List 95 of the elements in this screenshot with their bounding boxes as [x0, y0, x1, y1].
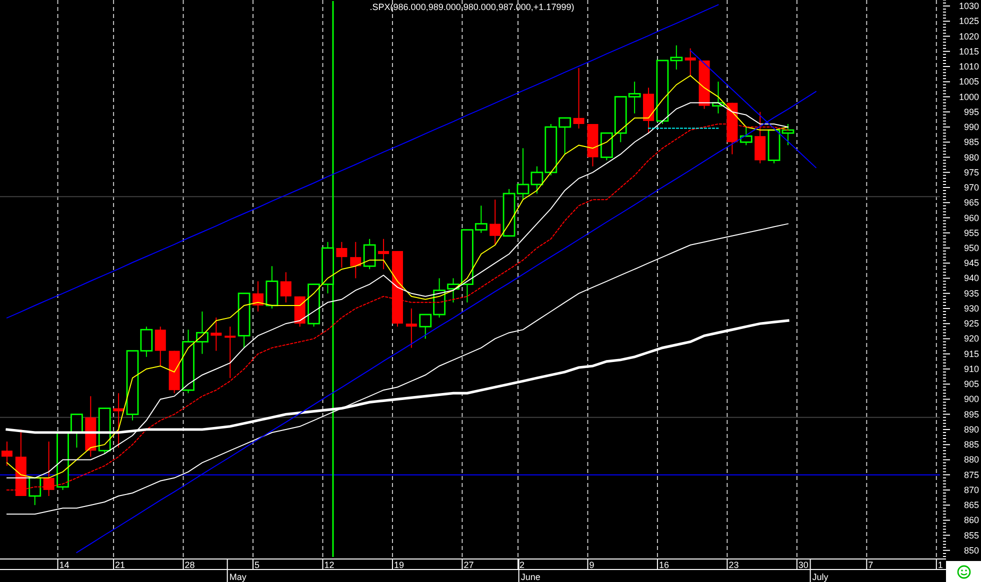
candlestick	[558, 117, 572, 155]
candlestick	[378, 238, 390, 270]
axis-tick-label: 1025	[958, 16, 979, 26]
axis-tick-label: 930	[964, 304, 979, 314]
candlestick	[113, 392, 124, 448]
axis-tick-label: 16	[658, 560, 669, 570]
candlestick	[712, 81, 724, 114]
candlestick	[294, 296, 306, 328]
axis-tick-label: 980	[964, 152, 979, 162]
axis-tick-label: 1005	[958, 76, 979, 87]
candlestick	[1, 441, 12, 466]
candlestick	[43, 441, 54, 496]
axis-tick-label: 875	[964, 470, 979, 480]
axis-tick-label: 1010	[958, 62, 979, 72]
month-label: May	[229, 572, 246, 582]
axis-tick-label: 905	[964, 379, 979, 390]
axis-tick-label: 2	[520, 560, 525, 570]
candlestick	[643, 87, 654, 134]
axis-tick-label: 23	[728, 560, 739, 570]
candlestick	[70, 414, 83, 448]
axis-tick-label: 940	[964, 273, 979, 284]
axis-tick-label: 945	[964, 258, 979, 268]
axis-tick-label: 9	[589, 560, 594, 570]
axis-tick-label: 990	[964, 122, 979, 132]
axis-tick-label: 14	[59, 560, 70, 570]
axis-tick-label: 28	[184, 560, 195, 570]
candlestick	[224, 326, 236, 379]
candlestick	[210, 317, 222, 352]
candlestick	[252, 280, 264, 312]
candlestick	[740, 126, 752, 146]
axis-tick-label: 1030	[958, 1, 979, 12]
axis-tick-label: 30	[798, 560, 808, 570]
candlestick	[587, 124, 598, 167]
candlestick	[168, 350, 180, 394]
chart-title: .SPX(986.000,989.000,980.000,987.000,+1.17999)	[370, 2, 574, 12]
axis-tick-label: 1020	[958, 31, 979, 42]
axis-tick-label: 21	[115, 560, 126, 570]
candlestick	[280, 272, 292, 303]
month-label: July	[812, 572, 828, 582]
axis-tick-label: 975	[964, 167, 979, 178]
axis-tick-label: 960	[964, 212, 979, 223]
axis-tick-label: 915	[964, 348, 979, 359]
axis-tick-label: 12	[324, 560, 334, 570]
axis-tick-label: 27	[464, 560, 474, 570]
axis-tick-label: 900	[964, 394, 979, 404]
axis-tick-label: 985	[964, 137, 979, 148]
candlestick	[98, 408, 111, 454]
axis-tick-label: 970	[964, 182, 979, 192]
candlestick	[308, 284, 320, 328]
axis-tick-label: 950	[964, 243, 979, 253]
axis-tick-label: 7	[868, 560, 874, 570]
candlestick	[628, 81, 641, 114]
candlestick	[754, 111, 766, 164]
axis-tick-label: 965	[964, 198, 979, 208]
axis-tick-label: 885	[964, 440, 979, 450]
axis-tick-label: 865	[964, 500, 979, 510]
axis-tick-label: 995	[964, 106, 979, 117]
axis-tick-label: 880	[964, 454, 979, 465]
candlestick	[726, 102, 738, 155]
axis-tick-label: 935	[964, 288, 979, 298]
candlestick	[502, 188, 516, 237]
candlestick	[238, 292, 250, 348]
axis-tick-label: 1015	[958, 46, 979, 56]
candlestick	[490, 199, 501, 246]
axis-tick-label: 5	[254, 560, 260, 570]
axis-tick-label: 1	[938, 560, 943, 570]
candlestick	[363, 238, 376, 270]
axis-tick-label: 855	[964, 530, 979, 540]
axis-tick-label: 870	[964, 484, 979, 495]
candlestick	[266, 266, 278, 309]
axis-tick-label: 920	[964, 334, 979, 344]
candlestick	[698, 60, 710, 110]
axis-tick-label: 910	[964, 364, 979, 374]
candlestick	[154, 326, 166, 366]
candlestick	[196, 311, 208, 354]
axis-tick-label: 895	[964, 409, 979, 420]
candlestick	[56, 432, 69, 490]
month-label: June	[520, 572, 540, 582]
axis-tick-label: 860	[964, 515, 979, 526]
candlestick	[28, 477, 42, 506]
axis-tick-label: 850	[964, 545, 979, 556]
candlestick	[350, 241, 362, 279]
axis-tick-label: 19	[394, 560, 404, 570]
candlestick	[85, 396, 96, 458]
axis-tick-label: 890	[964, 424, 979, 434]
axis-tick-label: 1000	[958, 92, 979, 102]
candlestick	[406, 308, 417, 348]
candlestick	[336, 241, 348, 268]
candlestick	[182, 329, 194, 394]
smiley-icon	[956, 564, 970, 578]
axis-tick-label: 925	[964, 318, 979, 329]
candlestick	[322, 241, 334, 294]
candlestick	[684, 48, 696, 76]
candlestick	[573, 68, 584, 130]
axis-tick-label: 955	[964, 228, 979, 238]
